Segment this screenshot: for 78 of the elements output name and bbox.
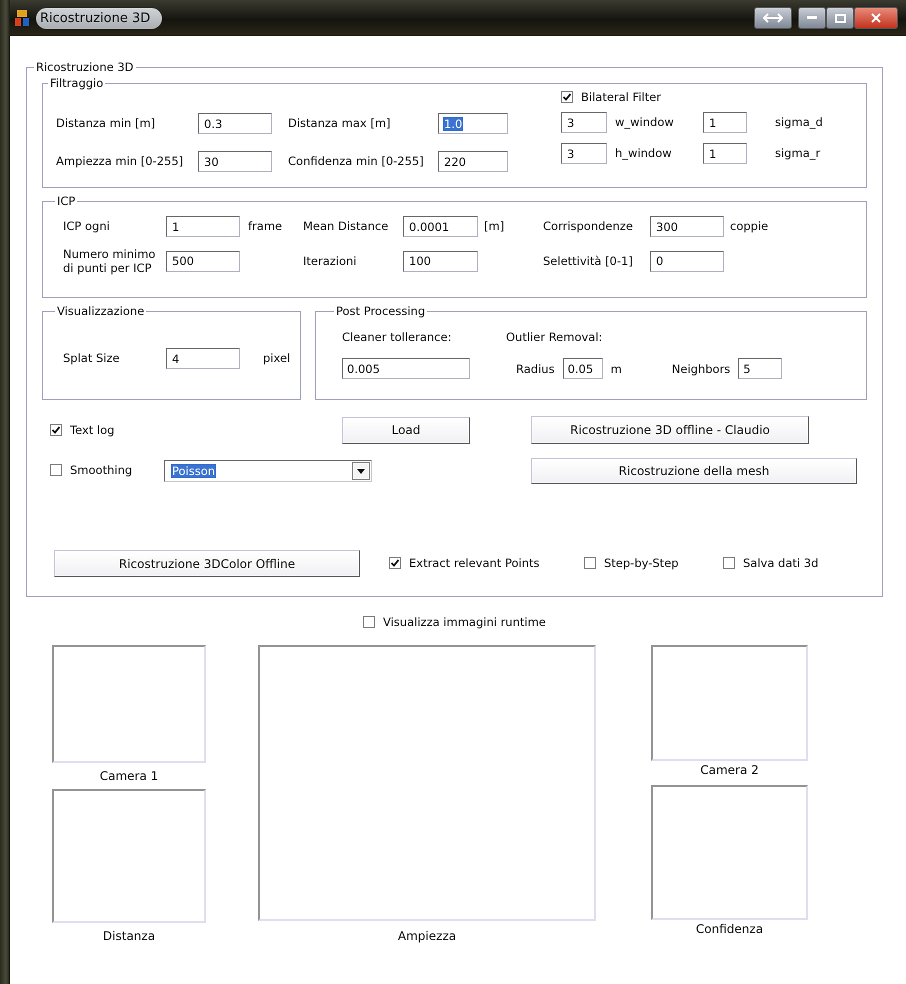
maximize-icon: [834, 14, 846, 22]
group-title: Ricostruzione 3D: [35, 60, 135, 74]
field-label: sigma_d: [775, 115, 823, 130]
input-field[interactable]: 30: [198, 151, 272, 172]
field-label: pixel: [263, 351, 290, 366]
runtime-images-checkbox[interactable]: Visualizza immagini runtime: [363, 615, 546, 629]
maximize-button[interactable]: [826, 7, 854, 29]
bilateral-filter-checkbox[interactable]: Bilateral Filter: [561, 90, 823, 104]
close-icon: [871, 13, 881, 23]
option-checkbox[interactable]: Extract relevant Points: [389, 556, 540, 570]
field-label: Selettività [0-1]: [543, 254, 634, 269]
caret-icon: [357, 468, 365, 474]
input-field[interactable]: 220: [438, 151, 508, 172]
input-field[interactable]: 500: [166, 250, 240, 272]
double-arrow-icon: [763, 13, 783, 23]
input-field[interactable]: 5: [738, 358, 782, 380]
color-offline-button[interactable]: Ricostruzione 3DColor Offline: [54, 550, 360, 577]
input-field[interactable]: 3: [561, 112, 607, 133]
field-label: Corrispondenze: [543, 219, 634, 234]
field-label: m: [610, 362, 622, 376]
field-label: Confidenza min [0-255]: [288, 154, 425, 169]
input-field[interactable]: 0.005: [342, 358, 470, 380]
check-icon: [390, 558, 400, 568]
resize-button[interactable]: [754, 7, 792, 29]
field-label: Mean Distance: [303, 219, 390, 234]
input-field[interactable]: 4: [166, 348, 240, 369]
field-label: Numero minimo di punti per ICP: [63, 247, 156, 276]
field-label: sigma_r: [775, 146, 822, 161]
group-title: Filtraggio: [49, 76, 104, 90]
input-field[interactable]: 1: [703, 143, 747, 164]
view-caption: Distanza: [102, 929, 156, 943]
input-field[interactable]: 0.0001: [403, 216, 478, 237]
minimize-icon: [807, 16, 817, 20]
smoothing-checkbox[interactable]: Smoothing: [50, 463, 132, 477]
field-label: [m]: [484, 219, 506, 234]
field-label: Cleaner tollerance:: [342, 330, 452, 344]
field-label: Ampiezza min [0-255]: [56, 154, 184, 169]
field-label: Splat Size: [63, 351, 121, 366]
group-title: Post Processing: [335, 304, 426, 318]
input-field[interactable]: 100: [403, 250, 478, 272]
input-field[interactable]: 300: [650, 216, 724, 237]
input-field[interactable]: 0.3: [198, 113, 272, 134]
view-caption: Camera 2: [700, 763, 759, 777]
mesh-reconstruction-button[interactable]: Ricostruzione della mesh: [531, 458, 857, 484]
view-caption: Camera 1: [100, 769, 158, 783]
option-checkbox[interactable]: Salva dati 3d: [723, 556, 818, 570]
field-label: h_window: [615, 146, 673, 161]
field-label: Outlier Removal:: [506, 330, 604, 344]
input-field[interactable]: 0.05: [562, 358, 603, 380]
offline-reconstruction-button[interactable]: Ricostruzione 3D offline - Claudio: [531, 416, 809, 444]
group-title: ICP: [56, 194, 76, 208]
smoothing-dropdown[interactable]: Poisson: [164, 460, 372, 482]
field-label: Iterazioni: [303, 254, 358, 269]
text-log-checkbox[interactable]: Text log: [50, 422, 114, 436]
field-label: Distanza min [m]: [56, 116, 156, 131]
field-label: Radius: [516, 362, 555, 376]
input-field[interactable]: 1: [703, 112, 747, 133]
window-title: Ricostruzione 3D: [36, 8, 162, 28]
input-field[interactable]: 3: [561, 143, 607, 164]
group-title: Visualizzazione: [56, 304, 146, 318]
option-checkbox[interactable]: Step-by-Step: [584, 556, 679, 570]
input-field[interactable]: 0: [650, 250, 724, 272]
input-field[interactable]: 1.0: [438, 113, 508, 134]
close-button[interactable]: [854, 7, 898, 29]
check-icon: [562, 92, 572, 102]
view-caption: Ampiezza: [398, 929, 456, 943]
field-label: ICP ogni: [63, 219, 111, 234]
load-button[interactable]: Load: [342, 416, 470, 444]
app-icon: [14, 9, 30, 27]
field-label: Neighbors: [672, 362, 730, 376]
field-label: Distanza max [m]: [288, 116, 392, 131]
field-label: coppie: [730, 219, 770, 234]
field-label: frame: [248, 219, 284, 234]
input-field[interactable]: 1: [166, 216, 240, 237]
minimize-button[interactable]: [798, 7, 826, 29]
view-caption: Confidenza: [696, 922, 764, 936]
check-icon: [51, 424, 61, 434]
field-label: w_window: [615, 115, 675, 130]
